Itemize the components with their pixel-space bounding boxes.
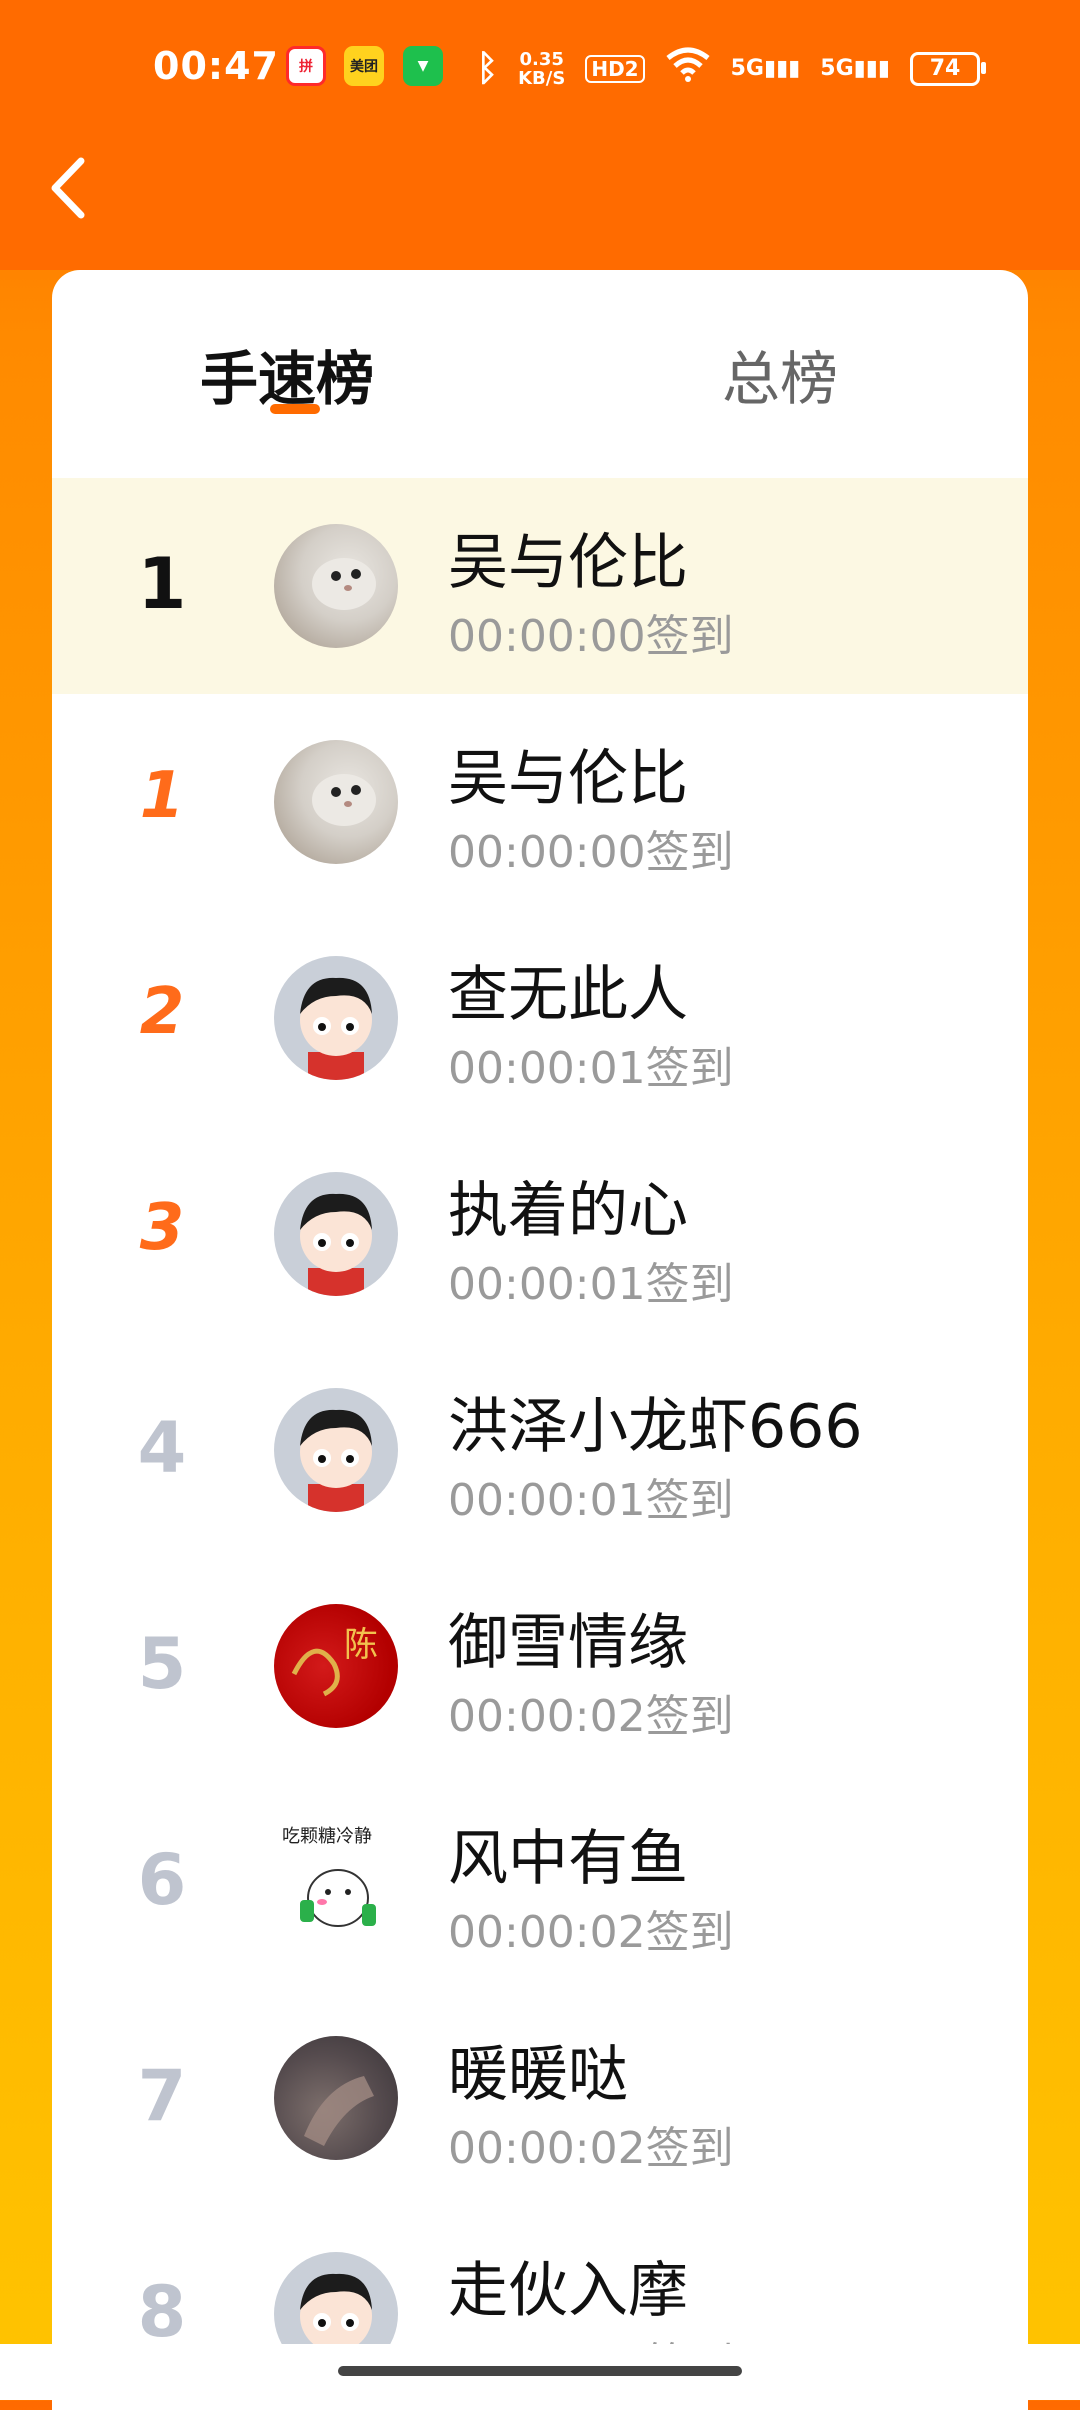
- status-time: 00:47: [153, 44, 279, 88]
- list-item[interactable]: 3 执着的心 00:00:01签到: [52, 1126, 1028, 1342]
- avatar: 吃颗糖冷静: [274, 1820, 398, 1944]
- checkin-time: 00:00:01签到: [448, 1043, 734, 1094]
- meituan-icon: 美团: [344, 46, 384, 86]
- list-item[interactable]: 7 暖暖哒 00:00:02签到: [52, 1990, 1028, 2206]
- rank-number: 2: [102, 975, 222, 1049]
- list-item[interactable]: 2 查无此人 00:00:01签到: [52, 910, 1028, 1126]
- tab-total-ranking[interactable]: 总榜: [722, 332, 838, 416]
- rank-number: 1: [137, 543, 187, 625]
- rank-number: 6: [137, 1839, 187, 1921]
- list-item[interactable]: 1 吴与伦比 00:00:00签到: [52, 694, 1028, 910]
- avatar: [274, 740, 398, 864]
- bluetooth-icon: ᛒ: [476, 48, 499, 89]
- shop-bag-icon: ▼: [403, 46, 443, 86]
- checkin-time: 00:00:01签到: [448, 1475, 734, 1526]
- rank-number: 3: [102, 1191, 222, 1265]
- svg-text:陈: 陈: [344, 1625, 378, 1665]
- home-indicator[interactable]: [338, 2366, 742, 2376]
- list-item[interactable]: 6 吃颗糖冷静 风中有鱼 00:00:02签到: [52, 1774, 1028, 1990]
- avatar: [274, 956, 398, 1080]
- user-name: 风中有鱼: [448, 1824, 688, 1894]
- back-button[interactable]: [45, 155, 95, 221]
- avatar: [274, 524, 398, 648]
- checkin-time: 00:00:01签到: [448, 1259, 734, 1310]
- user-name: 御雪情缘: [448, 1608, 688, 1678]
- user-name: 执着的心: [448, 1176, 688, 1246]
- rank-number: 7: [137, 2055, 187, 2137]
- rank-number: 1: [102, 759, 222, 833]
- user-name: 吴与伦比: [448, 528, 688, 598]
- checkin-time: 00:00:00签到: [448, 827, 734, 878]
- rank-number: 5: [137, 1623, 187, 1705]
- checkin-time: 00:00:00签到: [448, 611, 734, 662]
- pdd-icon: 拼: [286, 46, 326, 86]
- list-item[interactable]: 5 陈 御雪情缘 00:00:02签到: [52, 1558, 1028, 1774]
- checkin-time: 00:00:02签到: [448, 1691, 734, 1742]
- hd-icon: HD2: [585, 54, 645, 83]
- checkin-time: 00:00:02签到: [448, 2123, 734, 2174]
- status-bar: 00:47 拼 美团 ▼ ᛒ 0.35 KB/S HD2 5G▮▮▮ 5G▮▮▮ …: [0, 0, 1080, 140]
- chevron-left-icon: [51, 157, 85, 219]
- rank-number: 4: [137, 1407, 187, 1489]
- leaderboard-card: 手速榜 总榜 1 吴与伦比 00:00:00签到 1 吴与伦比 00:00:00…: [52, 270, 1028, 2410]
- user-name: 走伙入摩: [448, 2256, 688, 2326]
- user-name: 暖暖哒: [448, 2040, 628, 2110]
- svg-text:吃颗糖冷静: 吃颗糖冷静: [282, 1826, 372, 1847]
- wifi-icon: [665, 46, 711, 91]
- checkin-time: 00:00:02签到: [448, 1907, 734, 1958]
- tab-indicator: [270, 404, 320, 414]
- tab-bar: 手速榜 总榜: [52, 270, 1028, 478]
- user-name: 吴与伦比: [448, 744, 688, 814]
- rank-number: 8: [137, 2271, 187, 2353]
- avatar: [274, 2036, 398, 2160]
- user-name: 洪泽小龙虾666: [448, 1392, 863, 1462]
- user-name: 查无此人: [448, 960, 688, 1030]
- list-item[interactable]: 4 洪泽小龙虾666 00:00:01签到: [52, 1342, 1028, 1558]
- avatar: [274, 1172, 398, 1296]
- signal-5g-icon-2: 5G▮▮▮: [820, 56, 890, 81]
- avatar: 陈: [274, 1604, 398, 1728]
- my-rank-row[interactable]: 1 吴与伦比 00:00:00签到: [52, 478, 1028, 694]
- signal-5g-icon: 5G▮▮▮: [730, 56, 801, 81]
- network-speed: 0.35 KB/S: [518, 48, 566, 89]
- avatar: [274, 1388, 398, 1512]
- battery-icon: 74: [910, 51, 986, 86]
